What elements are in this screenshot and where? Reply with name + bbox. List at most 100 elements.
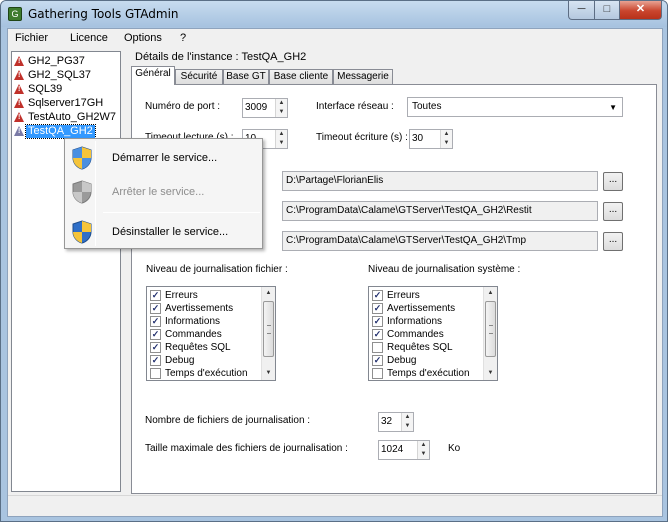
menu-help[interactable]: ? bbox=[180, 32, 186, 44]
status-bar bbox=[8, 495, 662, 516]
checkbox[interactable]: ✓ bbox=[150, 303, 161, 314]
browse-button[interactable]: ... bbox=[603, 172, 623, 191]
network-label: Interface réseau : bbox=[316, 101, 394, 112]
spin-arrows[interactable]: ▲ ▼ bbox=[275, 130, 287, 148]
path-value: D:\Partage\FlorianElis bbox=[286, 175, 384, 186]
tree-item-label: GH2_PG37 bbox=[28, 55, 85, 67]
checkbox[interactable]: ✓ bbox=[372, 316, 383, 327]
spin-arrows[interactable]: ▲ ▼ bbox=[440, 130, 452, 148]
context-menu: Démarrer le service... Arrêter le servic… bbox=[64, 138, 263, 249]
chevron-up-icon[interactable]: ▲ bbox=[441, 130, 452, 139]
tab-base-cliente[interactable]: Base cliente bbox=[269, 69, 333, 85]
checklist-item-label: Requêtes SQL bbox=[387, 342, 453, 353]
minimize-button[interactable]: ─ bbox=[568, 1, 595, 20]
menu-separator bbox=[103, 212, 260, 213]
path-value: C:\ProgramData\Calame\GTServer\TestQA_GH… bbox=[286, 205, 532, 216]
checklist-item-label: Temps d'exécution bbox=[387, 368, 470, 379]
checkbox[interactable]: ✓ bbox=[372, 290, 383, 301]
menu-options[interactable]: Options bbox=[124, 32, 162, 44]
checkbox[interactable] bbox=[150, 368, 161, 379]
checkbox[interactable]: ✓ bbox=[150, 355, 161, 366]
chevron-down-icon[interactable]: ▼ bbox=[418, 450, 429, 459]
file-log-checklist[interactable]: ✓ Erreurs ✓ Avertissements ✓ Informations ✓… bbox=[146, 286, 276, 381]
checklist-item-label: Requêtes SQL bbox=[165, 342, 231, 353]
menu-item-stop-service: Arrêter le service... bbox=[67, 175, 260, 209]
checklist-item-label: Erreurs bbox=[165, 290, 198, 301]
details-title: Détails de l'instance : TestQA_GH2 bbox=[135, 51, 307, 63]
warning-icon bbox=[14, 56, 24, 66]
menu-bar: Fichier Licence Options ? bbox=[8, 29, 662, 48]
checkbox[interactable]: ✓ bbox=[150, 290, 161, 301]
checkbox[interactable]: ✓ bbox=[372, 329, 383, 340]
tab-strip: Général Sécurité Base GT Base cliente Me… bbox=[131, 66, 657, 85]
menu-item-label: Désinstaller le service... bbox=[112, 226, 229, 238]
scroll-up-icon[interactable]: ▲ bbox=[484, 287, 497, 300]
checklist-item-label: Avertissements bbox=[165, 303, 234, 314]
tree-item-label: TestQA_GH2 bbox=[25, 124, 96, 139]
spin-arrows[interactable]: ▲ ▼ bbox=[401, 413, 413, 431]
scrollbar[interactable]: ▲ ▼ bbox=[483, 287, 497, 380]
checklist-item-label: Avertissements bbox=[387, 303, 456, 314]
warning-icon bbox=[14, 98, 24, 108]
chevron-up-icon[interactable]: ▲ bbox=[276, 99, 287, 108]
warning-icon bbox=[14, 70, 24, 80]
port-value: 3009 bbox=[245, 102, 268, 113]
tab-general[interactable]: Général bbox=[131, 66, 175, 85]
menu-licence[interactable]: Licence bbox=[70, 32, 108, 44]
scroll-thumb[interactable] bbox=[263, 301, 274, 357]
tab-securite[interactable]: Sécurité bbox=[175, 69, 223, 85]
checkbox[interactable]: ✓ bbox=[372, 303, 383, 314]
timeout-write-value: 30 bbox=[412, 133, 424, 144]
checklist-item-label: Debug bbox=[165, 355, 195, 366]
uac-shield-icon bbox=[72, 146, 92, 170]
scroll-thumb[interactable] bbox=[485, 301, 496, 357]
browse-button[interactable]: ... bbox=[603, 202, 623, 221]
log-count-label: Nombre de fichiers de journalisation : bbox=[145, 415, 311, 426]
path-field[interactable]: C:\ProgramData\Calame\GTServer\TestQA_GH… bbox=[282, 231, 598, 251]
window-title: Gathering Tools GTAdmin bbox=[28, 7, 179, 21]
checkbox[interactable]: ✓ bbox=[150, 342, 161, 353]
browse-button[interactable]: ... bbox=[603, 232, 623, 251]
path-field[interactable]: D:\Partage\FlorianElis bbox=[282, 171, 598, 191]
network-value: Toutes bbox=[412, 101, 442, 112]
maximize-button[interactable]: □ bbox=[594, 1, 620, 20]
tab-base-gt[interactable]: Base GT bbox=[223, 69, 269, 85]
chevron-down-icon[interactable]: ▼ bbox=[276, 139, 287, 148]
chevron-down-icon[interactable]: ▼ bbox=[276, 108, 287, 117]
log-size-stepper[interactable]: 1024 ▲ ▼ bbox=[378, 440, 430, 460]
scroll-up-icon[interactable]: ▲ bbox=[262, 287, 275, 300]
tab-messagerie[interactable]: Messagerie bbox=[333, 69, 393, 85]
scroll-down-icon[interactable]: ▼ bbox=[484, 367, 497, 380]
log-count-stepper[interactable]: 32 ▲ ▼ bbox=[378, 412, 414, 432]
checklist-item-label: Debug bbox=[387, 355, 417, 366]
system-log-checklist[interactable]: ✓ Erreurs ✓ Avertissements ✓ Informations ✓… bbox=[368, 286, 498, 381]
menu-item-uninstall-service[interactable]: Désinstaller le service... bbox=[67, 215, 260, 249]
chevron-down-icon[interactable]: ▼ bbox=[441, 139, 452, 148]
chevron-up-icon[interactable]: ▲ bbox=[418, 441, 429, 450]
checkbox[interactable] bbox=[372, 342, 383, 353]
port-stepper[interactable]: 3009 ▲ ▼ bbox=[242, 98, 288, 118]
checkbox[interactable]: ✓ bbox=[150, 316, 161, 327]
path-field[interactable]: C:\ProgramData\Calame\GTServer\TestQA_GH… bbox=[282, 201, 598, 221]
log-size-label: Taille maximale des fichiers de journali… bbox=[145, 443, 348, 454]
spin-arrows[interactable]: ▲ ▼ bbox=[275, 99, 287, 117]
timeout-write-stepper[interactable]: 30 ▲ ▼ bbox=[409, 129, 453, 149]
spin-arrows[interactable]: ▲ ▼ bbox=[417, 441, 429, 459]
menu-fichier[interactable]: Fichier bbox=[15, 32, 48, 44]
tree-item-label: SQL39 bbox=[28, 83, 63, 95]
scroll-down-icon[interactable]: ▼ bbox=[262, 367, 275, 380]
chevron-up-icon[interactable]: ▲ bbox=[276, 130, 287, 139]
checkbox[interactable]: ✓ bbox=[372, 355, 383, 366]
scrollbar[interactable]: ▲ ▼ bbox=[261, 287, 275, 380]
checkbox[interactable] bbox=[372, 368, 383, 379]
instance-tree[interactable]: GH2_PG37 GH2_SQL37 SQL39 Sqlserver17GH T… bbox=[11, 51, 121, 492]
checkbox[interactable]: ✓ bbox=[150, 329, 161, 340]
chevron-up-icon[interactable]: ▲ bbox=[402, 413, 413, 422]
port-label: Numéro de port : bbox=[145, 101, 221, 112]
menu-item-start-service[interactable]: Démarrer le service... bbox=[67, 141, 260, 175]
checklist-item-label: Commandes bbox=[387, 329, 444, 340]
title-bar[interactable]: G Gathering Tools GTAdmin ─ □ ✕ bbox=[1, 1, 667, 27]
chevron-down-icon[interactable]: ▼ bbox=[402, 422, 413, 431]
network-select[interactable]: Toutes ▼ bbox=[407, 97, 623, 117]
close-button[interactable]: ✕ bbox=[619, 1, 662, 20]
